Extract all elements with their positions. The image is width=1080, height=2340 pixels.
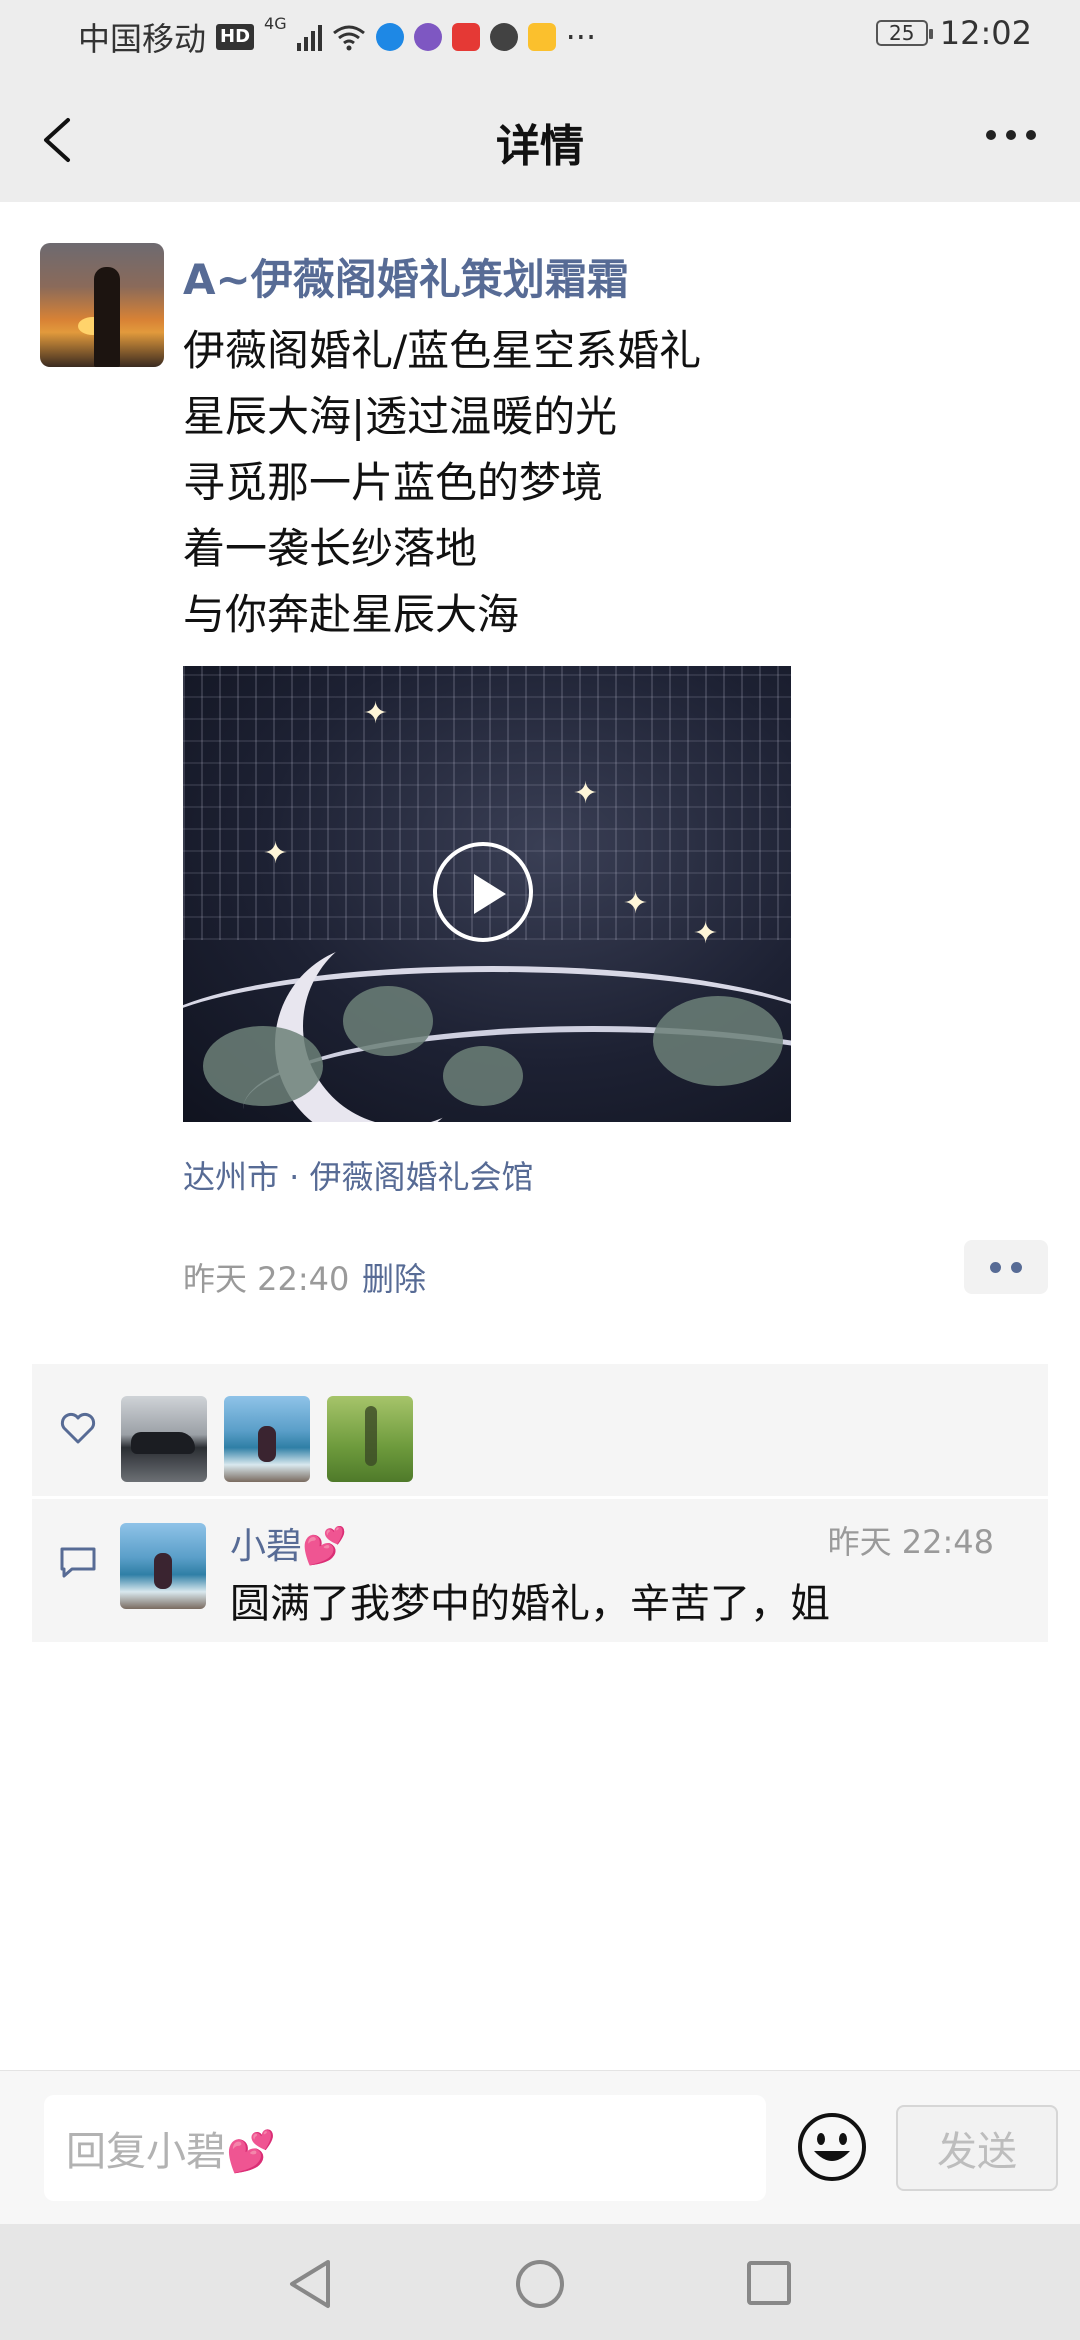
nav-home-icon[interactable] xyxy=(514,2258,566,2310)
battery-icon: 25 xyxy=(875,20,933,46)
top-navigation-bar: 详情 xyxy=(0,72,1080,202)
more-notifications: ··· xyxy=(565,18,597,56)
system-navigation-bar xyxy=(0,2224,1080,2340)
status-left: 中国移动 HD 4G ··· xyxy=(78,14,596,60)
nav-back-icon[interactable] xyxy=(286,2258,334,2310)
ball-app-icon xyxy=(489,23,518,51)
status-bar: 中国移动 HD 4G ··· 25 12:02 xyxy=(0,0,1080,72)
liker-avatar[interactable] xyxy=(327,1396,413,1482)
signal-icon xyxy=(296,23,322,51)
page-title: 详情 xyxy=(496,121,584,172)
comment-text[interactable]: 圆满了我梦中的婚礼，辛苦了，姐 xyxy=(230,1571,830,1629)
heart-outline-icon xyxy=(60,1412,96,1444)
liker-avatar[interactable] xyxy=(121,1396,207,1482)
likes-section xyxy=(32,1364,1048,1496)
reply-bar: 回复小碧💕 发送 xyxy=(0,2070,1080,2225)
post-location[interactable]: 达州市 · 伊薇阁婚礼会馆 xyxy=(183,1152,534,1198)
comments-section: 小碧💕 昨天 22:48 圆满了我梦中的婚礼，辛苦了，姐 xyxy=(32,1499,1048,1642)
like-comment-menu-button[interactable] xyxy=(964,1240,1048,1294)
author-name[interactable]: A~伊薇阁婚礼策划霜霜 xyxy=(183,246,629,307)
post-line: 星辰大海|透过温暖的光 xyxy=(183,392,618,441)
video-thumbnail[interactable]: ✦ ✦ ✦ ✦ ✦ xyxy=(183,666,791,1122)
wifi-icon xyxy=(332,25,365,51)
post-line: 伊薇阁婚礼/蓝色星空系婚礼 xyxy=(183,326,702,375)
commenter-name[interactable]: 小碧💕 xyxy=(230,1517,347,1569)
clock: 12:02 xyxy=(939,14,1032,52)
post-line: 着一袭长纱落地 xyxy=(183,524,478,573)
meituan-app-icon xyxy=(527,23,556,51)
music-app-icon xyxy=(413,23,442,51)
battery-level: 25 xyxy=(889,21,915,45)
liker-avatar[interactable] xyxy=(224,1396,310,1482)
send-button[interactable]: 发送 xyxy=(896,2105,1058,2191)
smiley-face-icon[interactable] xyxy=(796,2111,868,2183)
network-label: 4G xyxy=(264,14,287,33)
comment-bubble-icon xyxy=(60,1547,96,1578)
reply-input[interactable]: 回复小碧💕 xyxy=(44,2095,766,2201)
hd-badge: HD xyxy=(216,24,255,50)
post-line: 与你奔赴星辰大海 xyxy=(183,590,520,639)
post-line: 寻觅那一片蓝色的梦境 xyxy=(183,458,604,507)
post-text: 伊薇阁婚礼/蓝色星空系婚礼 星辰大海|透过温暖的光 寻觅那一片蓝色的梦境 着一袭… xyxy=(183,318,701,648)
author-avatar[interactable] xyxy=(40,243,164,367)
carrier-label: 中国移动 xyxy=(78,20,207,58)
play-icon[interactable] xyxy=(433,842,533,942)
comment-time: 昨天 22:48 xyxy=(827,1523,994,1561)
app-notification-icon xyxy=(375,23,404,51)
status-right: 25 12:02 xyxy=(875,14,1032,52)
delete-button[interactable]: 删除 xyxy=(362,1254,426,1300)
video-app-icon xyxy=(451,23,480,51)
commenter-avatar[interactable] xyxy=(120,1523,206,1609)
more-horizontal-icon[interactable] xyxy=(986,130,1036,140)
nav-recent-apps-icon[interactable] xyxy=(746,2260,792,2306)
post-time: 昨天 22:40 xyxy=(183,1260,350,1298)
